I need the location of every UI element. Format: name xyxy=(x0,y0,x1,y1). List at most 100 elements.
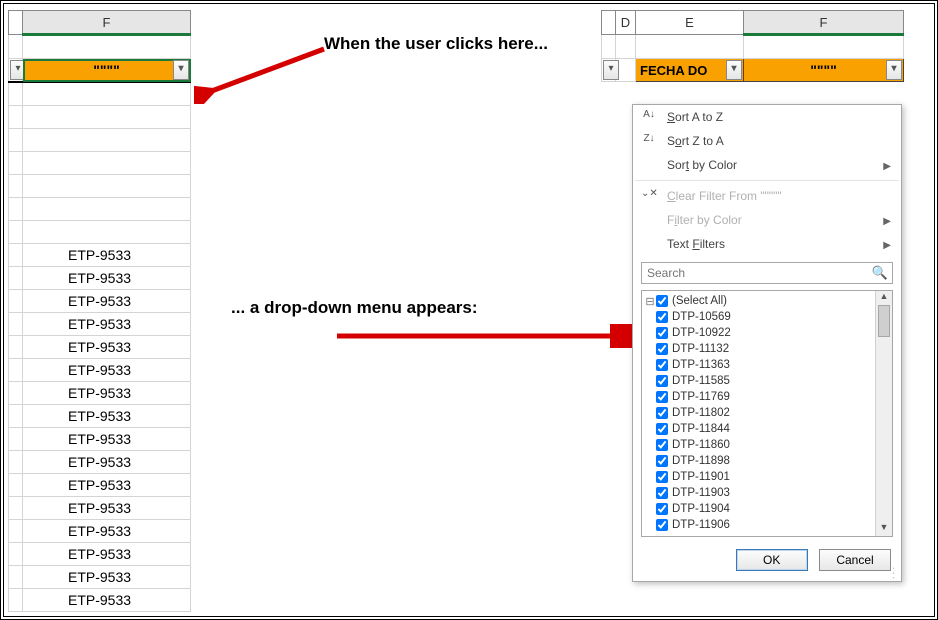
right-row-header-blank[interactable] xyxy=(602,11,616,35)
filter-value-row[interactable]: ··DTP-11860 xyxy=(644,437,874,453)
filter-value-row[interactable]: ··DTP-11769 xyxy=(644,389,874,405)
filter-value-checkbox[interactable] xyxy=(656,503,668,515)
left-cell[interactable] xyxy=(9,336,23,359)
left-cell[interactable] xyxy=(9,198,23,221)
filter-value-row[interactable]: ··DTP-11802 xyxy=(644,405,874,421)
left-data-cell[interactable]: ETP-9533 xyxy=(23,451,191,474)
left-cell[interactable] xyxy=(9,497,23,520)
filter-value-checkbox[interactable] xyxy=(656,487,668,499)
filter-search-input[interactable] xyxy=(641,262,893,284)
left-data-cell[interactable]: ETP-9533 xyxy=(23,543,191,566)
filter-value-row[interactable]: ⊟(Select All) xyxy=(644,293,874,309)
filter-value-row[interactable]: ··DTP-11903 xyxy=(644,485,874,501)
filter-value-row[interactable]: ··DTP-11585 xyxy=(644,373,874,389)
filter-value-checkbox[interactable] xyxy=(656,343,668,355)
filter-value-row[interactable]: ··DTP-11132 xyxy=(644,341,874,357)
right-cell[interactable] xyxy=(602,35,616,59)
filter-value-checkbox[interactable] xyxy=(656,407,668,419)
left-cell[interactable] xyxy=(9,382,23,405)
left-cell[interactable] xyxy=(23,198,191,221)
scrollbar-down-icon[interactable]: ▼ xyxy=(876,522,892,536)
filter-value-checkbox-label[interactable]: DTP-11769 xyxy=(656,391,730,403)
filter-value-checkbox-label[interactable]: DTP-11844 xyxy=(656,423,730,435)
left-cell[interactable] xyxy=(9,474,23,497)
filter-value-checkbox[interactable] xyxy=(656,455,668,467)
cancel-button[interactable]: Cancel xyxy=(819,549,891,571)
left-cell[interactable] xyxy=(9,267,23,290)
right-filter-header-f[interactable]: """" ▾ xyxy=(744,59,904,82)
left-data-cell[interactable]: ETP-9533 xyxy=(23,244,191,267)
menu-sort-by-color[interactable]: Sort by Color ▶ xyxy=(633,153,901,177)
tree-scrollbar[interactable]: ▲ ▼ xyxy=(875,291,892,536)
left-cell[interactable] xyxy=(9,359,23,382)
left-divider-a[interactable] xyxy=(9,82,23,106)
left-cell[interactable] xyxy=(9,543,23,566)
left-cell[interactable] xyxy=(9,589,23,612)
left-cell[interactable] xyxy=(9,152,23,175)
filter-value-checkbox-label[interactable]: (Select All) xyxy=(656,295,727,307)
autofilter-dropdown-icon[interactable]: ▾ xyxy=(603,60,619,80)
left-cell[interactable] xyxy=(9,290,23,313)
filter-value-row[interactable]: ··DTP-11904 xyxy=(644,501,874,517)
filter-value-checkbox-label[interactable]: DTP-10569 xyxy=(656,311,731,323)
left-cell[interactable] xyxy=(9,428,23,451)
filter-value-checkbox[interactable] xyxy=(656,391,668,403)
left-data-cell[interactable]: ETP-9533 xyxy=(23,428,191,451)
filter-value-checkbox[interactable] xyxy=(656,519,668,531)
filter-value-checkbox-label[interactable]: DTP-11903 xyxy=(656,487,730,499)
left-filter-header[interactable]: """" ▾ xyxy=(23,59,191,83)
filter-value-row[interactable]: ··DTP-11363 xyxy=(644,357,874,373)
filter-value-row[interactable]: ··DTP-11906 xyxy=(644,517,874,533)
left-data-cell[interactable]: ETP-9533 xyxy=(23,336,191,359)
filter-value-checkbox[interactable] xyxy=(656,471,668,483)
left-row-header-blank[interactable] xyxy=(9,11,23,35)
left-divider-b[interactable] xyxy=(23,82,191,106)
left-data-cell[interactable]: ETP-9533 xyxy=(23,497,191,520)
filter-value-checkbox-label[interactable]: DTP-11585 xyxy=(656,375,730,387)
right-cell[interactable] xyxy=(744,35,904,59)
left-data-cell[interactable]: ETP-9533 xyxy=(23,566,191,589)
left-cell[interactable] xyxy=(9,175,23,198)
left-cell[interactable] xyxy=(9,221,23,244)
scrollbar-thumb[interactable] xyxy=(878,305,890,337)
left-cell[interactable] xyxy=(23,221,191,244)
left-data-cell[interactable]: ETP-9533 xyxy=(23,520,191,543)
left-data-cell[interactable]: ETP-9533 xyxy=(23,382,191,405)
menu-sort-za[interactable]: Z↓ Sort Z to A xyxy=(633,129,901,153)
autofilter-dropdown-icon[interactable]: ▾ xyxy=(173,60,189,80)
right-col-header-e[interactable]: E xyxy=(636,11,744,35)
autofilter-dropdown-icon[interactable]: ▾ xyxy=(726,60,742,80)
left-cell[interactable] xyxy=(9,129,23,152)
scrollbar-up-icon[interactable]: ▲ xyxy=(876,291,892,305)
left-cell[interactable] xyxy=(23,152,191,175)
left-data-cell[interactable]: ETP-9533 xyxy=(23,290,191,313)
left-data-cell[interactable]: ETP-9533 xyxy=(23,405,191,428)
filter-value-row[interactable]: ··DTP-11898 xyxy=(644,453,874,469)
left-cell[interactable] xyxy=(9,566,23,589)
filter-value-checkbox[interactable] xyxy=(656,375,668,387)
left-data-cell[interactable]: ETP-9533 xyxy=(23,359,191,382)
left-cell[interactable] xyxy=(9,106,23,129)
left-data-cell[interactable]: ETP-9533 xyxy=(23,589,191,612)
filter-value-checkbox[interactable] xyxy=(656,359,668,371)
ok-button[interactable]: OK xyxy=(736,549,808,571)
filter-value-checkbox-label[interactable]: DTP-11904 xyxy=(656,503,730,515)
left-cell[interactable] xyxy=(9,451,23,474)
menu-text-filters[interactable]: Text Filters ▶ xyxy=(633,232,901,256)
right-autofilter-stub[interactable]: ▾ xyxy=(602,59,616,82)
left-cell-spacer[interactable] xyxy=(23,35,191,59)
left-cell[interactable] xyxy=(9,520,23,543)
menu-sort-az[interactable]: A↓ Sort A to Z xyxy=(633,105,901,129)
right-cell[interactable] xyxy=(616,35,636,59)
left-cell[interactable] xyxy=(9,405,23,428)
filter-value-checkbox-label[interactable]: DTP-11898 xyxy=(656,455,730,467)
left-col-header-f[interactable]: F xyxy=(23,11,191,35)
filter-value-checkbox-label[interactable]: DTP-11132 xyxy=(656,343,729,355)
filter-value-checkbox[interactable] xyxy=(656,327,668,339)
left-cell[interactable] xyxy=(23,106,191,129)
filter-value-row[interactable]: ··DTP-11901 xyxy=(644,469,874,485)
left-row-spacer[interactable] xyxy=(9,35,23,59)
left-data-cell[interactable]: ETP-9533 xyxy=(23,267,191,290)
filter-value-checkbox[interactable] xyxy=(656,311,668,323)
filter-value-checkbox[interactable] xyxy=(656,295,668,307)
